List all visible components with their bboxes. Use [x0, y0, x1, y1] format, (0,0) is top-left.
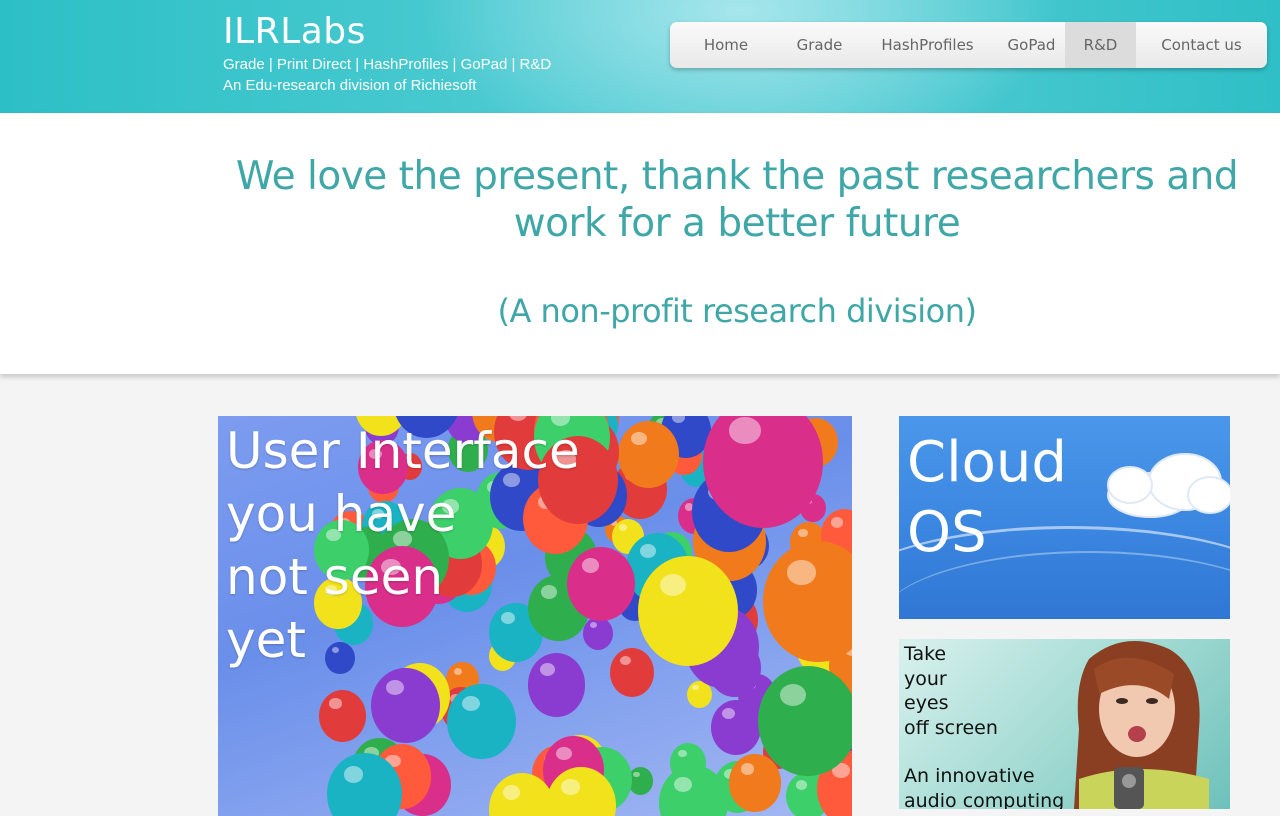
- ui-card-line4: yet: [226, 611, 306, 669]
- ui-card-line3: not seen: [226, 548, 444, 606]
- hero-note: (A non-profit research division): [497, 292, 978, 330]
- balloon-shape: [318, 689, 367, 743]
- balloon-shape: [582, 616, 613, 650]
- audio-card-line1: Take: [904, 643, 947, 665]
- balloon-shape: [758, 666, 852, 776]
- nav-rd[interactable]: R&D: [1065, 22, 1136, 68]
- ui-card-line2: you have: [226, 485, 457, 543]
- cloud-card-line1: Cloud: [907, 430, 1067, 495]
- text-spacer: [904, 740, 1064, 764]
- main-nav: Home Grade HashProfiles GoPad R&D Contac…: [670, 22, 1267, 68]
- cloud-icon: [1107, 453, 1230, 518]
- nav-grade[interactable]: Grade: [782, 22, 857, 68]
- site-subtagline: An Edu-research division of Richiesoft: [223, 77, 477, 94]
- ui-feature-card[interactable]: User Interface you have not seen yet: [218, 416, 852, 816]
- audio-card-line6: audio computing: [904, 789, 1065, 810]
- balloon-shape: [710, 699, 761, 755]
- cloud-card-line2: OS: [907, 500, 987, 565]
- hero-slogan-line1: We love the present, thank the past rese…: [235, 154, 1239, 199]
- balloon-shape: [638, 556, 738, 666]
- audio-card-line2: your: [904, 667, 947, 690]
- nav-contact[interactable]: Contact us: [1136, 22, 1267, 68]
- balloon-shape: [609, 647, 655, 697]
- site-tagline: Grade | Print Direct | HashProfiles | Go…: [223, 56, 552, 73]
- audio-computing-card[interactable]: Take your eyes off screen An innovative …: [899, 639, 1230, 809]
- ui-card-line1: User Interface: [226, 422, 580, 480]
- nav-home[interactable]: Home: [670, 22, 782, 68]
- balloon-shape: [729, 754, 782, 812]
- ui-card-text: User Interface you have not seen yet: [226, 420, 580, 672]
- site-header: ILRLabs Grade | Print Direct | HashProfi…: [0, 0, 1280, 113]
- audio-card-line5: An innovative: [904, 765, 1035, 787]
- audio-card-line3: eyes: [904, 692, 949, 714]
- brand-block: ILRLabs Grade | Print Direct | HashProfi…: [223, 10, 551, 96]
- audio-card-line4: off screen: [904, 716, 998, 739]
- hero-slogan: We love the present, thank the past rese…: [222, 153, 1252, 247]
- balloon-shape: [617, 420, 679, 488]
- cloud-card-text: Cloud OS: [907, 428, 1067, 568]
- nav-hashprofiles[interactable]: HashProfiles: [857, 22, 998, 68]
- audio-card-text: Take your eyes off screen An innovative …: [904, 642, 1064, 809]
- balloon-shape: [371, 667, 440, 743]
- balloon-shape: [446, 683, 516, 760]
- hero-slogan-line2: work for a better future: [513, 201, 961, 246]
- balloon-shape: [763, 541, 852, 662]
- hero-banner: We love the present, thank the past rese…: [0, 113, 1280, 374]
- site-logo[interactable]: ILRLabs: [223, 10, 551, 54]
- nav-gopad[interactable]: GoPad: [998, 22, 1065, 68]
